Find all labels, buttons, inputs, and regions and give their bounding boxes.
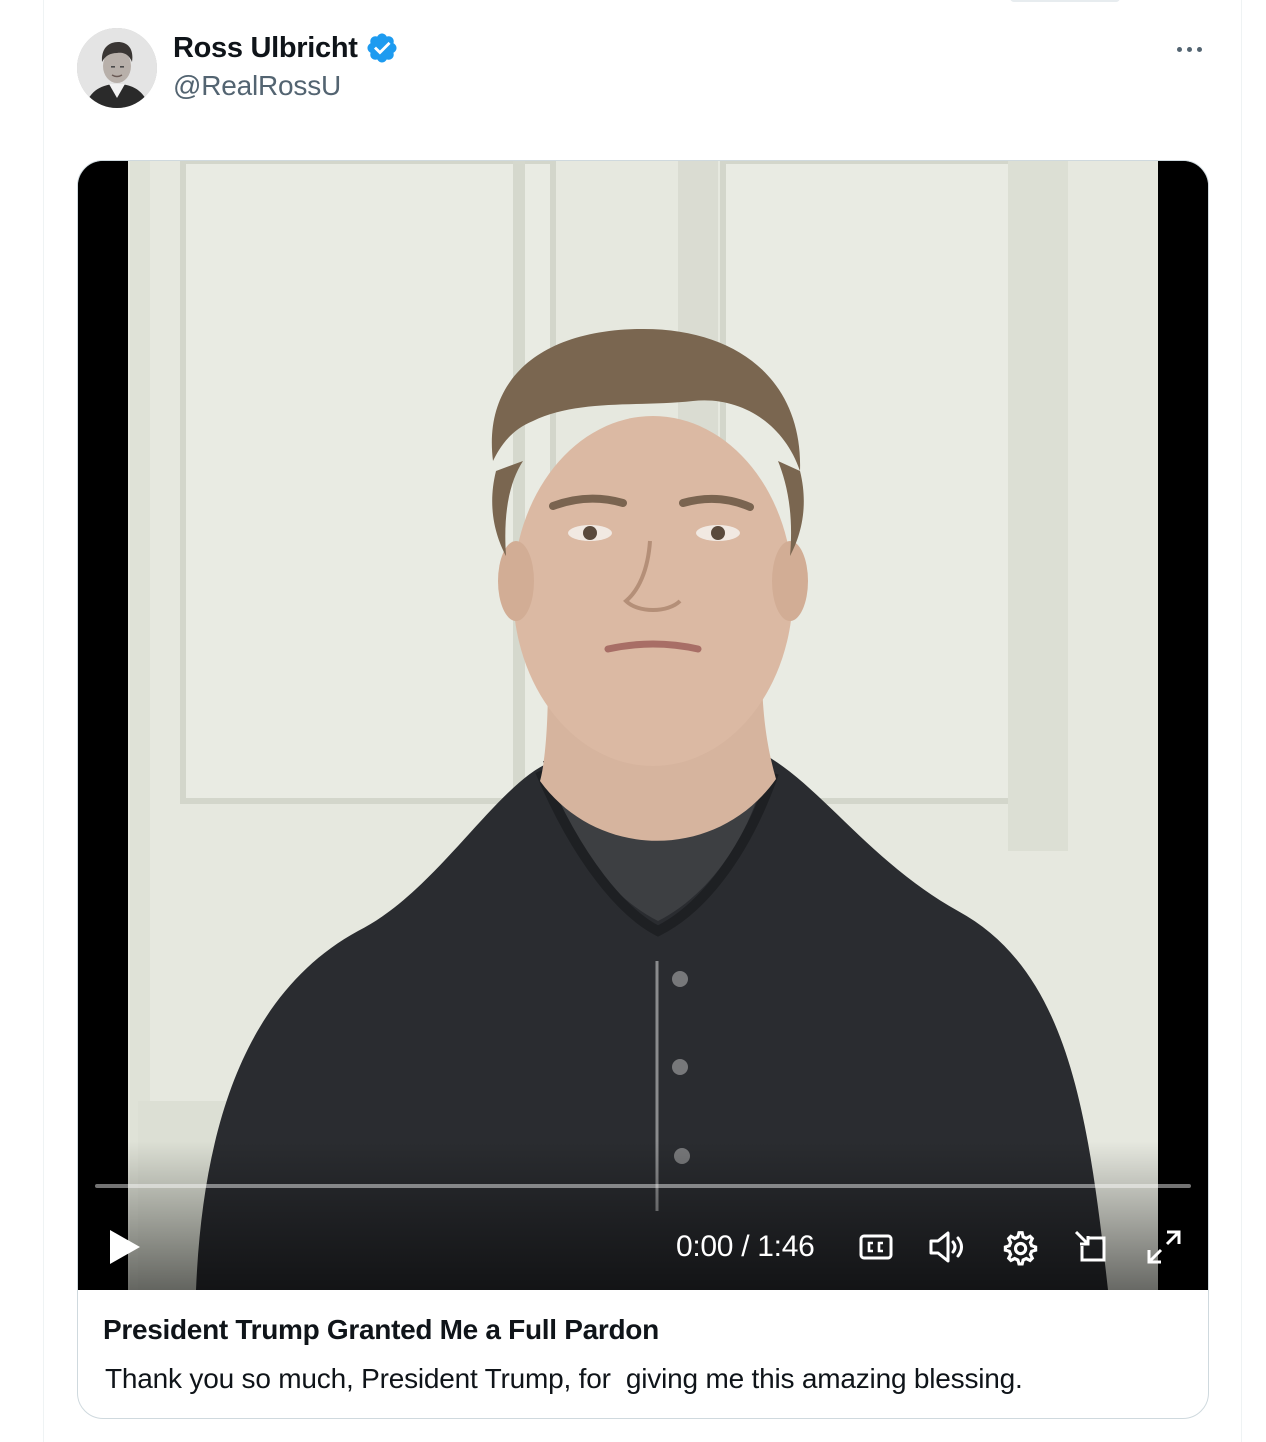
- video-time-display: 0:00 / 1:46: [676, 1230, 815, 1263]
- avatar-photo: [77, 28, 157, 108]
- volume-button[interactable]: [927, 1227, 967, 1267]
- more-dot: [1186, 46, 1192, 52]
- settings-button[interactable]: [999, 1227, 1039, 1267]
- play-icon: [110, 1230, 140, 1264]
- video-frame: [78, 161, 1208, 1290]
- author-avatar[interactable]: [77, 28, 157, 108]
- video-player[interactable]: 0:00 / 1:46: [78, 161, 1208, 1290]
- post-page: Ross Ulbricht @RealRossU 0:00 / 1:46 Pre…: [0, 0, 1266, 1442]
- fullscreen-icon: [1147, 1230, 1181, 1264]
- card-title[interactable]: President Trump Granted Me a Full Pardon: [103, 1314, 659, 1346]
- volume-icon: [929, 1231, 963, 1263]
- card-description: Thank you so much, President Trump, for …: [105, 1363, 1023, 1394]
- timeline-border-left: [43, 0, 44, 1442]
- play-button[interactable]: [104, 1227, 144, 1267]
- author-handle[interactable]: @RealRossU: [173, 70, 341, 102]
- captions-button[interactable]: [856, 1227, 896, 1267]
- author-display-name[interactable]: Ross Ulbricht: [173, 32, 358, 65]
- timeline-border-right: [1241, 0, 1242, 1442]
- video-progress-bar[interactable]: [95, 1184, 1191, 1188]
- controls-gradient: [78, 1141, 1208, 1290]
- author-name-row[interactable]: Ross Ulbricht: [173, 28, 399, 68]
- settings-icon: [1003, 1231, 1038, 1266]
- pop-out-button[interactable]: [1071, 1227, 1111, 1267]
- top-pill-button[interactable]: [1010, 0, 1120, 2]
- verified-badge-icon: [367, 33, 397, 63]
- video-card[interactable]: 0:00 / 1:46 President Trump Granted Me a…: [77, 160, 1209, 1419]
- captions-icon: [859, 1234, 893, 1260]
- fullscreen-button[interactable]: [1144, 1227, 1184, 1267]
- pop-out-icon: [1074, 1230, 1106, 1262]
- more-options-button[interactable]: [1168, 30, 1210, 68]
- more-horizontal-icon: [1176, 46, 1182, 52]
- more-dot: [1196, 46, 1202, 52]
